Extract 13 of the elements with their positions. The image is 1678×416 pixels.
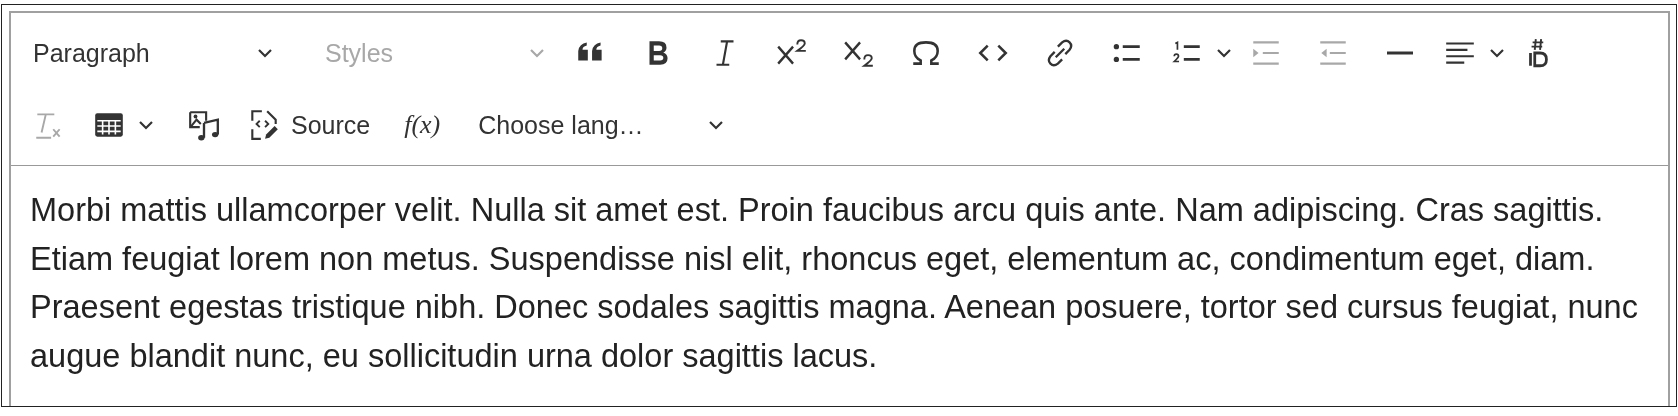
caret-icon [1216,48,1232,58]
caret-icon [257,48,273,58]
horizontal-line-icon [1385,51,1415,55]
source-button[interactable]: Source [247,103,371,147]
heading-dropdown[interactable]: Paragraph [25,31,281,75]
media-icon [187,108,221,142]
caret-icon [529,48,545,58]
language-dropdown[interactable]: Choose lang… [470,103,733,147]
caret-icon [708,120,725,130]
caret-icon [1489,48,1505,58]
editor-paragraph: Morbi mattis ullamcorper velit. Nulla sit amet est. Proin faucibus arcu quis ante. Nam adipiscing. Cras sagittis. Etiam feugiat lorem non metus. Suspendisse nisl elit, rhoncus eget, elementum ac, condimentum eget, diam. Praesent egestas tristique nibh. Donec sodales sagittis magna. Aenean posuere, tortor sed cursus feugiat, nunc augue blandit nunc, eu sollicitudin urna dolor sagittis lacus. [30,191,1639,376]
caret-icon [138,120,154,130]
formula-button[interactable]: f(x) [398,103,447,147]
